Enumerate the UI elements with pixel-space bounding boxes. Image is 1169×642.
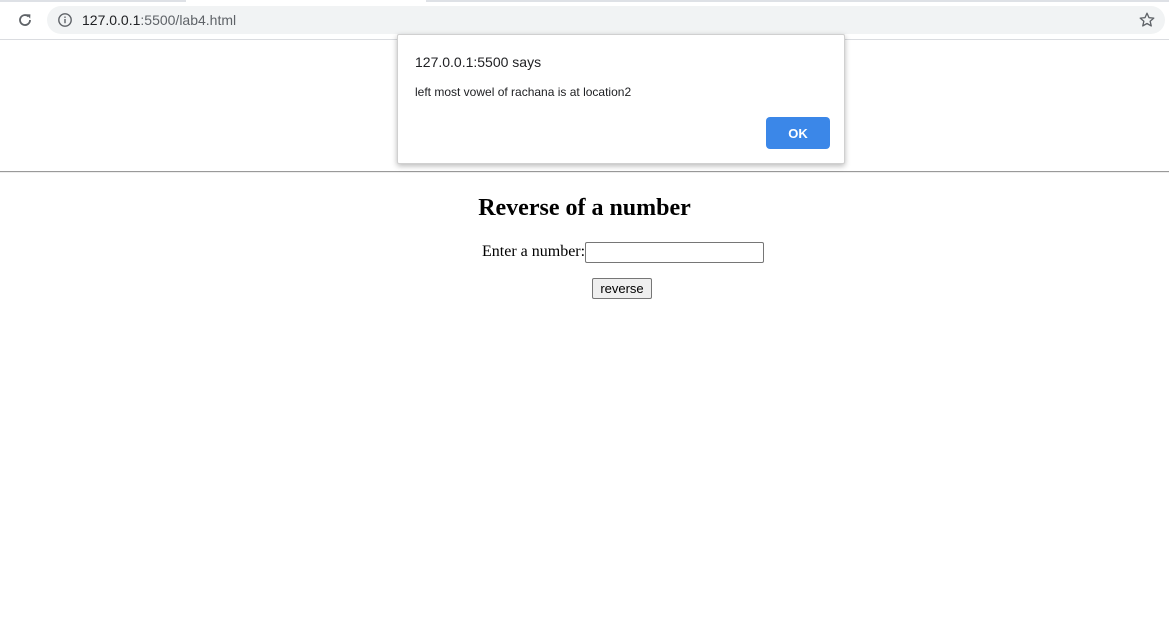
- alert-dialog: 127.0.0.1:5500 says left most vowel of r…: [397, 34, 845, 164]
- url-path: :5500/lab4.html: [140, 12, 237, 28]
- alert-ok-button[interactable]: OK: [766, 117, 830, 149]
- page-title: Reverse of a number: [478, 195, 691, 221]
- url-host: 127.0.0.1: [82, 12, 141, 28]
- number-form-row: Enter a number:: [482, 241, 765, 263]
- reload-icon: [19, 14, 31, 26]
- active-tab-edge: [186, 0, 426, 2]
- tab-strip-edge: [0, 0, 1169, 2]
- alert-title: 127.0.0.1:5500 says: [415, 54, 542, 70]
- horizontal-rule: [0, 171, 1169, 173]
- url-text[interactable]: 127.0.0.1:5500/lab4.html: [82, 11, 236, 29]
- address-bar[interactable]: 127.0.0.1:5500/lab4.html: [47, 6, 1165, 34]
- reverse-button[interactable]: reverse: [592, 278, 652, 299]
- info-icon[interactable]: [57, 12, 73, 28]
- number-input-label: Enter a number:: [482, 243, 586, 260]
- alert-message: left most vowel of rachana is at locatio…: [415, 85, 632, 99]
- star-icon[interactable]: [1138, 11, 1156, 29]
- reload-button[interactable]: [13, 8, 37, 32]
- number-input[interactable]: [585, 241, 765, 263]
